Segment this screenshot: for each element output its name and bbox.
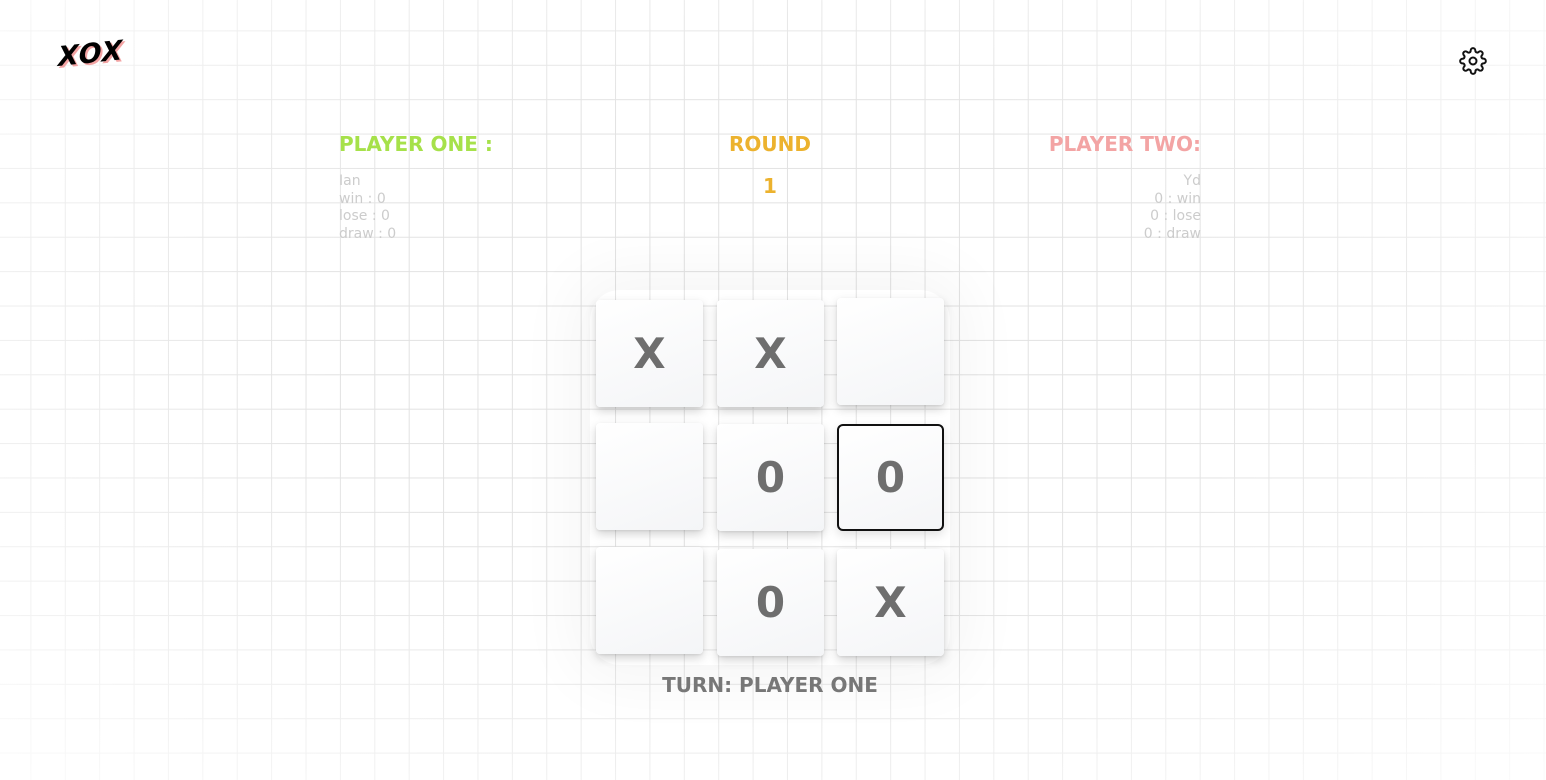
- app-logo[interactable]: XOX: [58, 35, 123, 73]
- player-two-win: 0 : win: [1154, 190, 1201, 207]
- player-one-title: PLAYER ONE :: [339, 132, 493, 156]
- player-one-win: win : 0: [339, 190, 386, 207]
- board-cell-4[interactable]: [596, 423, 703, 530]
- player-one-draw: draw : 0: [339, 225, 397, 242]
- gear-icon[interactable]: [1459, 47, 1487, 75]
- player-one-stats: Ian win : 0 lose : 0 draw : 0: [339, 173, 396, 243]
- board-cell-7[interactable]: [596, 547, 703, 654]
- player-two-name: Yd: [1183, 173, 1201, 189]
- player-two-stats: Yd 0 : win 0 : lose 0 : draw: [1144, 173, 1201, 243]
- player-two-title: PLAYER TWO:: [1048, 132, 1201, 156]
- board-cell-9[interactable]: X: [837, 549, 944, 656]
- board-cell-3[interactable]: [837, 298, 944, 405]
- round-title: ROUND: [729, 132, 811, 156]
- board-cell-8[interactable]: 0: [717, 549, 824, 656]
- board-cell-6[interactable]: 0: [837, 424, 944, 531]
- board-cell-1[interactable]: X: [596, 300, 703, 407]
- player-one-lose: lose : 0: [339, 208, 390, 224]
- board-cell-5[interactable]: 0: [717, 424, 824, 531]
- player-two-lose: 0 : lose: [1150, 208, 1201, 224]
- round-number: 1: [763, 174, 777, 198]
- board-cell-2[interactable]: X: [717, 300, 824, 407]
- turn-indicator: TURN: PLAYER ONE: [662, 673, 878, 697]
- player-one-name: Ian: [339, 173, 361, 189]
- player-two-draw: 0 : draw: [1143, 225, 1201, 242]
